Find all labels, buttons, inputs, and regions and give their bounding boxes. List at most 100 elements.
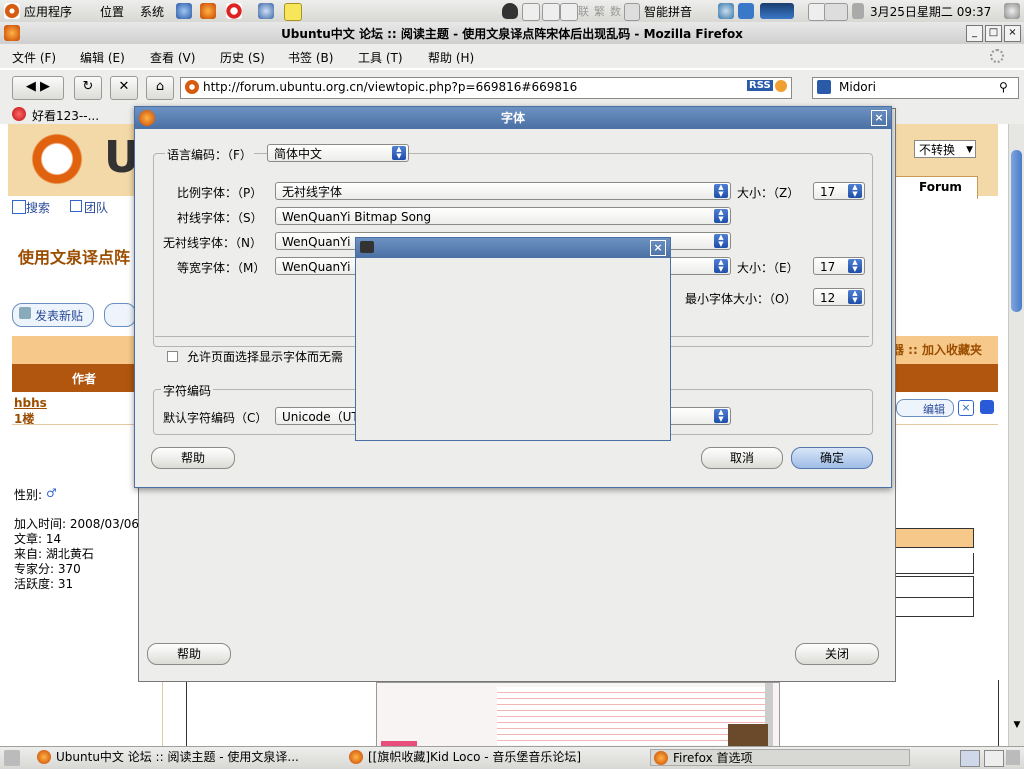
clock[interactable]: 3月25日星期二 09:37 — [870, 3, 991, 20]
url-bar[interactable]: http://forum.ubuntu.org.cn/viewtopic.php… — [180, 77, 792, 99]
bottom-panel: Ubuntu中文 论坛 :: 阅读主题 - 使用文泉译... [[旗帜收藏]Ki… — [0, 746, 1024, 769]
author-name[interactable]: hbhs — [14, 396, 47, 410]
rss-icon[interactable]: RSS — [747, 80, 773, 91]
scroll-down-icon[interactable]: ▼ — [1011, 720, 1023, 732]
ime-punct-icon[interactable] — [522, 3, 540, 21]
post-new-button[interactable]: 发表新贴 — [12, 303, 94, 327]
fonts-ok-button[interactable]: 确定 — [791, 447, 873, 469]
ime-keyboard-icon[interactable] — [560, 3, 578, 21]
serif-label: 衬线字体：（S） — [177, 211, 263, 225]
globe-launcher-icon[interactable] — [176, 3, 192, 19]
menu-bookmarks[interactable]: 书签 (B) — [288, 49, 333, 66]
ime-key-fan[interactable]: 繁 — [594, 3, 605, 19]
menu-tools[interactable]: 工具 (T) — [358, 49, 403, 66]
edit-button[interactable]: 编辑 — [896, 399, 954, 417]
default-charset-label: 默认字符编码（C） — [163, 411, 268, 425]
scrollbar-thumb[interactable] — [1011, 150, 1022, 312]
drop-icon[interactable] — [718, 3, 734, 19]
url-text[interactable]: http://forum.ubuntu.org.cn/viewtopic.php… — [203, 80, 577, 94]
fonts-dialog-titlebar[interactable]: 字体 × — [135, 107, 891, 129]
search-bar[interactable]: Midori ⚲ — [812, 77, 1019, 99]
ip-info-icon[interactable] — [980, 400, 994, 414]
keyboard-icon[interactable] — [624, 3, 640, 21]
taskbar-item-music[interactable]: [[旗帜收藏]Kid Loco - 音乐堡音乐论坛] — [346, 749, 642, 766]
trash-icon[interactable] — [1006, 750, 1020, 765]
prefs-help-label: 帮助 — [176, 647, 201, 661]
prefs-close-button[interactable]: 关闭 — [795, 643, 879, 665]
home-icon[interactable]: ⌂ — [146, 76, 174, 100]
menubar: 文件 (F) 编辑 (E) 查看 (V) 历史 (S) 书签 (B) 工具 (T… — [0, 44, 1024, 68]
minimize-button[interactable]: _ — [966, 25, 983, 42]
feed-go-icon[interactable] — [775, 80, 787, 92]
help-launcher-icon[interactable] — [226, 3, 242, 19]
menu-edit[interactable]: 编辑 (E) — [80, 49, 125, 66]
chevron-updown-icon: ▲ ▼ — [848, 259, 862, 273]
menu-file[interactable]: 文件 (F) — [12, 49, 56, 66]
bookmark-item[interactable]: 好看123--... — [32, 107, 99, 124]
taskbar-item-forum[interactable]: Ubuntu中文 论坛 :: 阅读主题 - 使用文泉译... — [34, 749, 352, 766]
mono-size-select[interactable]: 17 ▲ ▼ — [813, 257, 865, 275]
menu-view[interactable]: 查看 (V) — [150, 49, 195, 66]
allow-pages-checkbox[interactable] — [167, 351, 178, 362]
navigation-toolbar: ◀ ▶ ↻ ✕ ⌂ http://forum.ubuntu.org.cn/vie… — [0, 70, 1024, 105]
search-engine-icon[interactable] — [817, 80, 831, 94]
add-bookmark-link[interactable]: 器 :: 加入收藏夹 — [892, 341, 982, 358]
fonts-dialog-close-icon[interactable]: × — [871, 110, 887, 126]
maximize-button[interactable]: □ — [985, 25, 1002, 42]
page-scrollbar[interactable]: ▼ — [1008, 124, 1024, 746]
system-monitor-icon[interactable] — [760, 3, 794, 19]
image-text-lines — [497, 687, 767, 745]
topic-title[interactable]: 使用文泉译点阵 — [18, 244, 130, 268]
size-select[interactable]: 17 ▲ ▼ — [813, 182, 865, 200]
serif-select-value: WenQuanYi Bitmap Song — [282, 210, 432, 224]
serif-select[interactable]: WenQuanYi Bitmap Song ▲ ▼ — [275, 207, 731, 225]
menu-applications[interactable]: 应用程序 — [24, 3, 72, 20]
menu-help[interactable]: 帮助 (H) — [428, 49, 474, 66]
activity-level: 活跃度: 31 — [14, 577, 74, 591]
menu-system[interactable]: 系统 — [140, 3, 164, 20]
post-new-label: 发表新贴 — [35, 309, 84, 323]
back-forward-button[interactable]: ◀ ▶ — [12, 76, 64, 100]
notes-launcher-icon[interactable] — [284, 3, 302, 21]
chevron-updown-icon: ▲ ▼ — [848, 290, 862, 304]
search-magnifier-icon[interactable]: ⚲ — [999, 80, 1008, 94]
fonts-cancel-button[interactable]: 取消 — [701, 447, 783, 469]
volume-icon[interactable] — [852, 3, 864, 19]
mail-launcher-icon[interactable] — [258, 3, 274, 19]
lang-select[interactable]: 简体中文 ▲ ▼ — [267, 144, 409, 162]
fonts-help-button[interactable]: 帮助 — [151, 447, 235, 469]
taskbar-item-prefs[interactable]: Firefox 首选项 — [650, 749, 910, 766]
window-titlebar[interactable]: Ubuntu中文 论坛 :: 阅读主题 - 使用文泉译点阵宋体后出现乱码 - M… — [0, 22, 1024, 45]
chevron-updown-icon: ▲ ▼ — [714, 234, 728, 248]
proportional-select[interactable]: 无衬线字体 ▲ ▼ — [275, 182, 731, 200]
menu-history[interactable]: 历史 (S) — [220, 49, 265, 66]
screenshot-dialog-titlebar[interactable]: × — [356, 238, 670, 258]
ime-width-icon[interactable] — [542, 3, 560, 21]
menu-places[interactable]: 位置 — [100, 3, 124, 20]
nav-group-link[interactable]: 团队 — [84, 199, 108, 216]
workspace-1[interactable] — [960, 750, 980, 767]
reply-button[interactable] — [104, 303, 136, 327]
logout-icon[interactable] — [1004, 3, 1020, 19]
ime-key-lian[interactable]: 联 — [578, 3, 589, 19]
firefox-launcher-icon[interactable] — [200, 3, 216, 19]
min-size-select[interactable]: 12 ▲ ▼ — [813, 288, 865, 306]
screenshot-dialog-close-icon[interactable]: × — [650, 240, 666, 256]
close-window-button[interactable]: × — [1004, 25, 1021, 42]
tray-icon[interactable] — [824, 3, 848, 21]
fonts-ok-label: 确定 — [819, 451, 844, 465]
convert-select[interactable]: 不转换 ▼ — [914, 140, 976, 158]
ime-key-shu[interactable]: 数 — [610, 3, 621, 19]
stop-icon[interactable]: ✕ — [110, 76, 138, 100]
prefs-help-button[interactable]: 帮助 — [147, 643, 231, 665]
bookmark-favicon-icon — [12, 107, 26, 121]
nav-search-link[interactable]: 搜索 — [26, 199, 50, 216]
tab-forum[interactable]: Forum — [892, 176, 978, 199]
network-icon[interactable] — [738, 3, 754, 19]
reload-icon[interactable]: ↻ — [74, 76, 102, 100]
ime-status[interactable]: 智能拼音 — [644, 3, 692, 20]
workspace-2[interactable] — [984, 750, 1004, 767]
show-desktop-icon[interactable] — [4, 750, 20, 766]
search-input[interactable]: Midori — [839, 80, 876, 94]
delete-icon[interactable]: × — [958, 400, 974, 416]
